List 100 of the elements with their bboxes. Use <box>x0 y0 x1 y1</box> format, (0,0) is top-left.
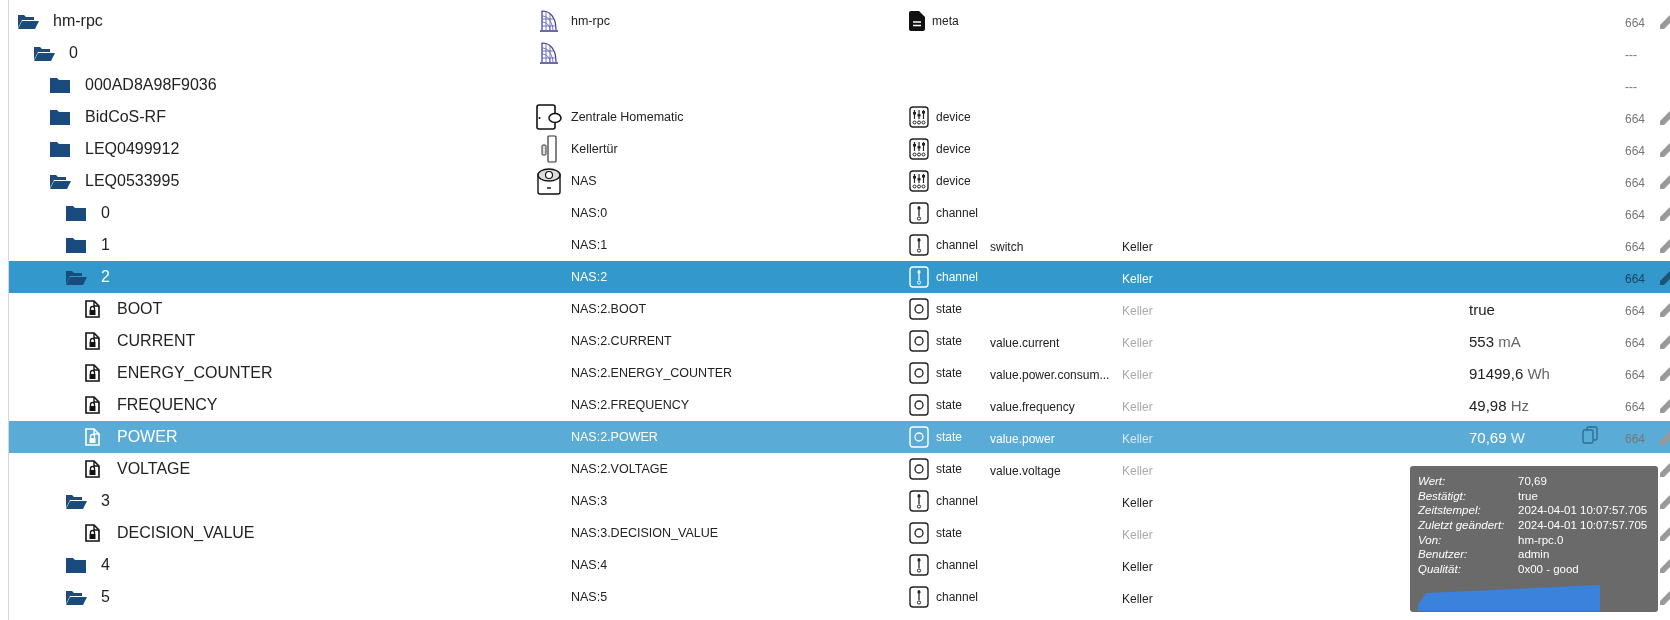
state-value: 91499,6 Wh <box>1469 364 1550 382</box>
tree-item[interactable]: hm-rpc <box>53 12 103 30</box>
tooltip-label: Benutzer: <box>1418 547 1469 563</box>
tree-item[interactable]: BOOT <box>117 300 163 318</box>
smart-plug-icon <box>536 167 562 195</box>
folder-open-icon[interactable] <box>49 172 71 190</box>
object-name: NAS:3.DECISION_VALUE <box>571 526 719 540</box>
tooltip-value: 70,69 <box>1518 474 1548 489</box>
object-room: Keller <box>1122 271 1153 286</box>
tooltip-value: hm-rpc.0 <box>1518 532 1565 548</box>
tooltip-label: Wert: <box>1418 474 1447 489</box>
tree-item[interactable]: 0 <box>69 44 78 62</box>
tooltip-label: Zuletzt geändert: <box>1418 518 1506 533</box>
object-type: state <box>936 526 962 540</box>
slider-icon <box>909 234 929 256</box>
tree-item[interactable]: BidCoS-RF <box>85 108 166 126</box>
copy-icon[interactable] <box>1582 426 1598 444</box>
state-value: 49,98 Hz <box>1469 396 1530 414</box>
tree-item[interactable]: 0 <box>101 204 110 222</box>
object-room: Keller <box>1122 239 1153 254</box>
object-name: hm-rpc <box>571 14 610 28</box>
tree-item[interactable]: VOLTAGE <box>117 460 191 478</box>
tree-item[interactable]: 4 <box>101 556 110 574</box>
arches-logo-icon <box>539 8 559 34</box>
permissions: 664 <box>1624 271 1646 286</box>
locked-file-icon <box>84 428 100 446</box>
object-type: channel <box>936 494 979 508</box>
permissions: 664 <box>1624 303 1646 318</box>
object-name: NAS:2.CURRENT <box>571 334 672 348</box>
permissions: 664 <box>1624 111 1646 126</box>
tree-item[interactable]: LEQ0533995 <box>85 172 180 190</box>
tree-item[interactable]: 1 <box>101 236 110 254</box>
object-role: value.current <box>990 335 1060 350</box>
tooltip-value: 2024-04-01 10:07:57.705 <box>1518 503 1649 519</box>
object-role: value.power.consum... <box>990 367 1110 382</box>
folder-icon[interactable] <box>49 108 71 126</box>
tooltip-value: admin <box>1518 547 1551 563</box>
object-type: channel <box>936 590 979 604</box>
object-type: channel <box>936 558 979 572</box>
object-type: channel <box>936 270 979 284</box>
object-type: channel <box>936 206 979 220</box>
folder-icon[interactable] <box>65 204 87 222</box>
slider-icon <box>909 266 929 288</box>
object-name: NAS:5 <box>571 590 608 604</box>
object-room: Keller <box>1122 399 1153 414</box>
tooltip-value: 2024-04-01 10:07:57.705 <box>1518 518 1649 533</box>
tooltip-value: 0x00 - good <box>1518 562 1580 577</box>
permissions: 664 <box>1624 143 1646 158</box>
object-name: Zentrale Homematic <box>571 110 684 124</box>
locked-file-icon <box>84 332 100 350</box>
object-type: state <box>936 302 962 316</box>
tooltip-label: Von: <box>1418 532 1443 548</box>
object-role: value.voltage <box>990 463 1061 478</box>
arches-logo-icon <box>539 40 559 66</box>
tree-item[interactable]: LEQ0499912 <box>85 140 180 158</box>
folder-icon[interactable] <box>65 556 87 574</box>
folder-icon[interactable] <box>65 236 87 254</box>
tree-item[interactable]: 5 <box>101 588 110 606</box>
object-room: Keller <box>1122 527 1153 542</box>
object-type: device <box>936 110 971 124</box>
tooltip-label: Qualität: <box>1418 562 1462 577</box>
object-name: NAS:1 <box>571 238 608 252</box>
tree-item[interactable]: 3 <box>101 492 110 510</box>
object-room: Keller <box>1122 495 1153 510</box>
folder-icon[interactable] <box>49 140 71 158</box>
folder-open-icon[interactable] <box>17 12 39 30</box>
sliders-icon <box>909 106 929 128</box>
tree-item[interactable]: CURRENT <box>117 332 196 350</box>
object-type: state <box>936 334 962 348</box>
permissions: 664 <box>1624 431 1646 446</box>
object-name: NAS:2 <box>571 270 608 284</box>
slider-icon <box>909 490 929 512</box>
folder-open-icon[interactable] <box>65 588 87 606</box>
document-icon <box>909 11 925 31</box>
slider-icon <box>909 586 929 608</box>
object-room: Keller <box>1122 463 1153 478</box>
object-room: Keller <box>1122 335 1153 350</box>
locked-file-icon <box>84 460 100 478</box>
permissions: 664 <box>1624 239 1646 254</box>
locked-file-icon <box>84 300 100 318</box>
permissions: 664 <box>1624 399 1646 414</box>
object-name: Kellertür <box>571 142 618 156</box>
permissions: --- <box>1624 79 1637 94</box>
tooltip-label: Bestätigt: <box>1418 488 1467 504</box>
object-room: Keller <box>1122 431 1153 446</box>
folder-open-icon[interactable] <box>65 492 87 510</box>
object-type: state <box>936 430 962 444</box>
object-name: NAS:3 <box>571 494 608 508</box>
door-sensor-icon <box>539 135 559 163</box>
tree-item[interactable]: FREQUENCY <box>117 396 218 414</box>
tree-item[interactable]: ENERGY_COUNTER <box>117 364 273 382</box>
tree-item[interactable]: DECISION_VALUE <box>117 524 255 542</box>
object-name: NAS:2.BOOT <box>571 302 647 316</box>
folder-open-icon[interactable] <box>33 44 55 62</box>
folder-icon[interactable] <box>49 76 71 94</box>
tree-item[interactable]: 000AD8A98F9036 <box>85 76 217 94</box>
tooltip-label: Zeitstempel: <box>1418 503 1482 519</box>
object-role: value.frequency <box>990 399 1075 414</box>
state-value: 70,69 W <box>1469 428 1525 446</box>
object-name: NAS:2.POWER <box>571 430 658 444</box>
